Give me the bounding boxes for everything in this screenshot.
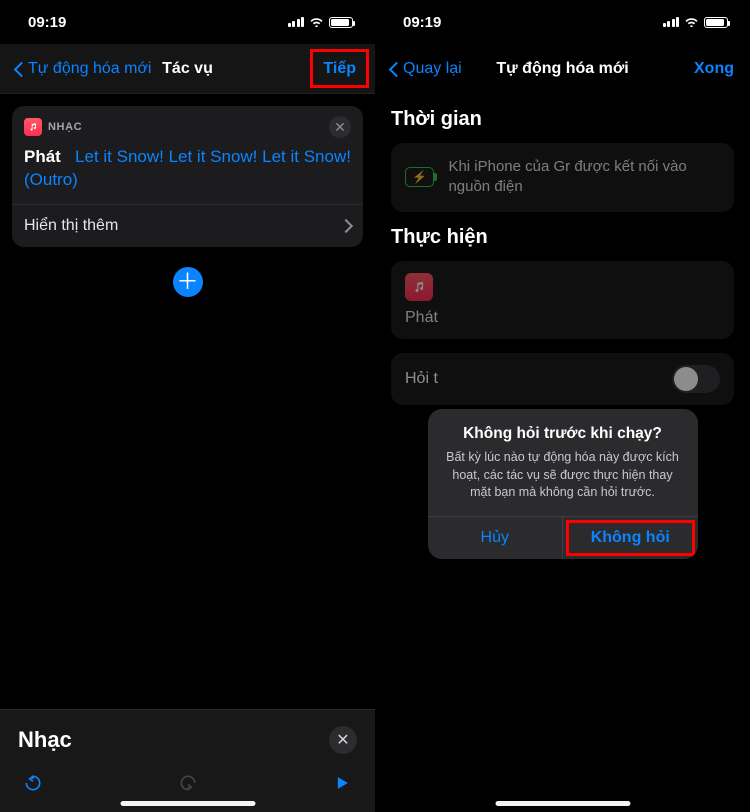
back-button[interactable]: Quay lại: [391, 60, 462, 78]
action-verb: Phát: [24, 147, 61, 166]
run-button[interactable]: [327, 768, 357, 798]
wifi-icon: [309, 14, 324, 31]
bottom-sheet: Nhạc ✕: [0, 709, 375, 812]
add-action-button[interactable]: ＋: [173, 267, 203, 297]
ask-before-row[interactable]: Hỏi t: [391, 353, 734, 405]
plus-icon: ＋: [176, 271, 198, 293]
status-indicators: [288, 14, 354, 31]
chevron-right-icon: [341, 221, 351, 231]
trigger-row[interactable]: ⚡ Khi iPhone của Gr được kết nối vào ngu…: [391, 143, 734, 212]
card-header: NHẠC ✕: [12, 106, 363, 144]
wifi-icon: [684, 14, 699, 31]
status-time: 09:19: [28, 14, 66, 31]
music-app-icon: [405, 273, 433, 301]
confirm-alert: Không hỏi trước khi chạy? Bất kỳ lúc nào…: [428, 409, 698, 559]
alert-confirm-button[interactable]: Không hỏi: [562, 517, 698, 559]
status-bar: 09:19: [0, 0, 375, 44]
remove-action-button[interactable]: ✕: [329, 116, 351, 138]
back-button[interactable]: Tự động hóa mới: [16, 60, 151, 78]
card-app-name: NHẠC: [48, 121, 82, 133]
content-area: Thời gian ⚡ Khi iPhone của Gr được kết n…: [375, 94, 750, 812]
alert-cancel-button[interactable]: Hủy: [428, 517, 563, 559]
sheet-title: Nhạc: [18, 727, 72, 753]
trigger-description: Khi iPhone của Gr được kết nối vào nguồn…: [448, 157, 720, 198]
status-time: 09:19: [403, 14, 441, 31]
battery-icon: [704, 17, 728, 28]
action-summary[interactable]: Phát: [391, 261, 734, 339]
ask-before-switch[interactable]: [672, 365, 720, 393]
content-area: NHẠC ✕ Phát Let it Snow! Let it Snow! Le…: [0, 94, 375, 812]
section-do-title: Thực hiện: [375, 212, 750, 261]
redo-button[interactable]: [173, 768, 203, 798]
nav-bar: Tự động hóa mới Tác vụ Tiếp: [0, 44, 375, 94]
back-label: Tự động hóa mới: [28, 60, 151, 78]
home-indicator[interactable]: [495, 801, 630, 806]
undo-button[interactable]: [18, 768, 48, 798]
alert-title: Không hỏi trước khi chạy?: [444, 425, 682, 443]
alert-message: Bất kỳ lúc nào tự động hóa này được kích…: [444, 449, 682, 502]
nav-bar: Quay lại Tự động hóa mới Xong: [375, 44, 750, 94]
screen-actions: 09:19 Tự động hóa mới Tác vụ Tiếp NHẠC ✕…: [0, 0, 375, 812]
back-label: Quay lại: [403, 60, 462, 78]
charger-icon: ⚡: [405, 167, 434, 187]
show-more-button[interactable]: Hiển thị thêm: [12, 204, 363, 247]
action-summary-label: Phát: [405, 309, 720, 327]
section-when-title: Thời gian: [375, 94, 750, 143]
action-card: NHẠC ✕ Phát Let it Snow! Let it Snow! Le…: [12, 106, 363, 247]
show-more-label: Hiển thị thêm: [24, 217, 118, 235]
chevron-left-icon: [16, 60, 27, 78]
sheet-close-button[interactable]: ✕: [329, 726, 357, 754]
status-bar: 09:19: [375, 0, 750, 44]
home-indicator[interactable]: [120, 801, 255, 806]
music-app-icon: [24, 118, 42, 136]
ask-before-label: Hỏi t: [405, 370, 438, 388]
chevron-left-icon: [391, 60, 402, 78]
status-indicators: [663, 14, 729, 31]
done-button[interactable]: Xong: [694, 60, 734, 78]
screen-automation-summary: 09:19 Quay lại Tự động hóa mới Xong Thời…: [375, 0, 750, 812]
cellular-icon: [663, 17, 680, 27]
next-button[interactable]: Tiếp: [320, 60, 359, 78]
action-description[interactable]: Phát Let it Snow! Let it Snow! Let it Sn…: [12, 144, 363, 204]
cellular-icon: [288, 17, 305, 27]
battery-icon: [329, 17, 353, 28]
